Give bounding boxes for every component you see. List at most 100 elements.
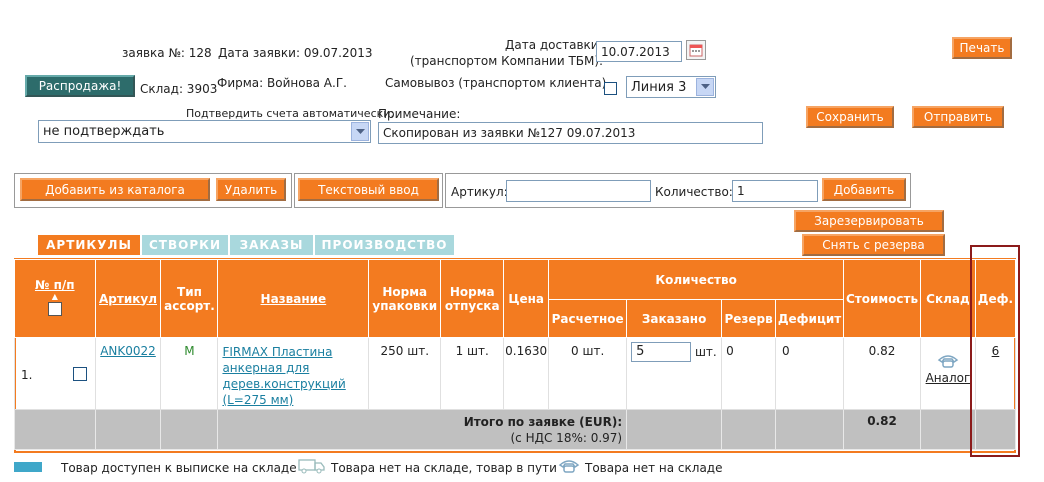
cell-norm-pack: 250 шт.: [368, 337, 442, 410]
add-from-catalog-button[interactable]: Добавить из каталога: [20, 178, 210, 201]
cell-calc: 0 шт.: [548, 337, 628, 410]
deficit-value: 0: [782, 344, 790, 358]
calc-value: 0 шт.: [571, 344, 605, 358]
cost-value: 0.82: [868, 344, 896, 358]
save-button[interactable]: Сохранить: [806, 106, 894, 128]
total-vat: (с НДС 18%: 0.97): [510, 431, 623, 445]
cell-norm-release: 1 шт.: [440, 337, 505, 410]
col-header-cost-label: Стоимость: [845, 291, 919, 306]
col-header-deficit: Дефицит: [775, 299, 845, 338]
note-input[interactable]: Скопирован из заявки №127 09.07.2013: [378, 122, 763, 144]
chevron-down-icon[interactable]: [696, 78, 714, 96]
articles-table: № п/п ▲ Артикул Тип ассорт. Название Нор…: [14, 259, 1017, 450]
type-value: M: [184, 344, 195, 358]
quantity-label: Количество:: [655, 185, 733, 199]
auto-confirm-value: не подтверждать: [43, 124, 165, 139]
text-input-button[interactable]: Текстовый ввод: [298, 178, 439, 201]
product-name-link[interactable]: FIRMAX Пластина анкерная для дерев.конст…: [222, 345, 345, 407]
col-header-article[interactable]: Артикул: [94, 259, 162, 338]
col-header-calc: Расчетное: [548, 299, 628, 338]
row-number: 1.: [21, 368, 33, 382]
col-header-norm-pack-label: Норма упаковки: [372, 284, 438, 313]
col-header-ordered: Заказано: [626, 299, 723, 338]
total-value-cell: 0.82: [843, 409, 921, 450]
pickup-checkbox[interactable]: [604, 82, 617, 95]
col-header-num-label[interactable]: № п/п: [15, 278, 95, 292]
reserve-button[interactable]: Зарезервировать: [794, 210, 944, 232]
cell-name: FIRMAX Пластина анкерная для дерев.конст…: [217, 337, 370, 410]
col-header-type-label: Тип ассорт.: [164, 284, 215, 313]
reserve-value: 0: [726, 344, 734, 358]
line-select[interactable]: Линия 3: [626, 76, 716, 98]
quantity-input[interactable]: 1: [732, 180, 818, 202]
delivery-date-sublabel: (транспортом Компании ТБМ):: [410, 54, 604, 68]
analog-link[interactable]: Аналог: [926, 371, 971, 385]
col-header-name-label[interactable]: Название: [261, 292, 327, 306]
sale-button[interactable]: Распродажа!: [25, 75, 135, 97]
col-header-stock: Склад: [919, 259, 976, 338]
col-header-calc-label: Расчетное: [551, 311, 624, 326]
col-header-cost: Стоимость: [843, 259, 921, 338]
cell-ordered: 5 шт.: [626, 337, 723, 410]
table-row: 1. ANK0022 M FIRMAX Пластина анкерная дл…: [14, 337, 1017, 410]
legend-in-transit: Товара нет на складе, товар в пути: [331, 461, 557, 475]
tab-production[interactable]: ПРОИЗВОДСТВО: [315, 235, 454, 255]
row-checkbox[interactable]: [73, 367, 87, 381]
order-date: Дата заявки: 09.07.2013: [218, 46, 373, 60]
print-button[interactable]: Печать: [952, 37, 1012, 59]
truck-icon: [298, 458, 326, 477]
total-label-cell: Итого по заявке (EUR): (с НДС 18%: 0.97): [217, 409, 628, 450]
delivery-date-input[interactable]: 10.07.2013: [596, 41, 682, 62]
legend-not-available: Товара нет на складе: [585, 461, 723, 475]
col-header-article-label[interactable]: Артикул: [99, 292, 157, 306]
cell-cost: 0.82: [843, 337, 921, 410]
auto-confirm-select[interactable]: не подтверждать: [38, 120, 371, 143]
ordered-input[interactable]: 5: [631, 342, 692, 362]
tab-articles[interactable]: АРТИКУЛЫ: [38, 235, 140, 255]
sort-up-icon[interactable]: ▲: [15, 292, 95, 302]
tab-orders[interactable]: ЗАКАЗЫ: [230, 235, 313, 255]
article-link[interactable]: ANK0022: [100, 344, 156, 358]
col-header-type: Тип ассорт.: [160, 259, 219, 338]
col-header-norm-release-label: Норма отпуска: [444, 284, 500, 313]
cell-type: M: [160, 337, 219, 410]
auto-confirm-label: Подтвердить счета автоматически:: [186, 107, 395, 120]
norm-pack-value: 250 шт.: [380, 344, 430, 358]
article-input[interactable]: [506, 180, 651, 202]
col-header-num[interactable]: № п/п ▲: [14, 259, 96, 338]
cell-article: ANK0022: [94, 337, 162, 410]
cell-num: 1.: [14, 337, 96, 410]
total-label: Итого по заявке (EUR):: [463, 415, 623, 429]
norm-release-value: 1 шт.: [455, 344, 489, 358]
add-button[interactable]: Добавить: [822, 178, 906, 201]
total-value: 0.82: [867, 414, 897, 428]
note-label: Примечание:: [378, 107, 461, 121]
cell-deficit: 0: [775, 337, 845, 410]
cell-price: 0.1630: [503, 337, 550, 410]
unreserve-button[interactable]: Снять с резерва: [802, 234, 945, 256]
col-header-norm-pack: Норма упаковки: [368, 259, 442, 338]
delete-button[interactable]: Удалить: [216, 178, 286, 201]
select-all-checkbox[interactable]: [47, 302, 62, 316]
firm-label: Фирма: Войнова А.Г.: [217, 76, 347, 90]
phone-icon: [558, 458, 580, 477]
order-number: заявка №: 128: [122, 46, 212, 60]
cell-reserve: 0: [721, 337, 777, 410]
col-header-name[interactable]: Название: [217, 259, 370, 338]
legend-available: Товар доступен к выписке на складе: [61, 461, 297, 475]
cell-stock: Аналог: [919, 337, 976, 410]
chevron-down-icon[interactable]: [351, 122, 369, 141]
available-swatch: [14, 462, 42, 472]
calendar-icon[interactable]: [686, 40, 706, 60]
line-select-value: Линия 3: [631, 79, 687, 95]
send-button[interactable]: Отправить: [912, 106, 1004, 128]
col-header-price: Цена: [503, 259, 550, 338]
article-label: Артикул:: [451, 185, 508, 199]
highlight-box: [970, 245, 1020, 457]
tab-sashes[interactable]: СТВОРКИ: [142, 235, 228, 255]
col-header-ordered-label: Заказано: [641, 311, 707, 326]
price-value: 0.1630: [505, 344, 548, 358]
col-header-quantity-label: Количество: [655, 272, 737, 287]
col-header-stock-label: Склад: [926, 291, 970, 306]
col-header-quantity: Количество: [548, 259, 845, 300]
